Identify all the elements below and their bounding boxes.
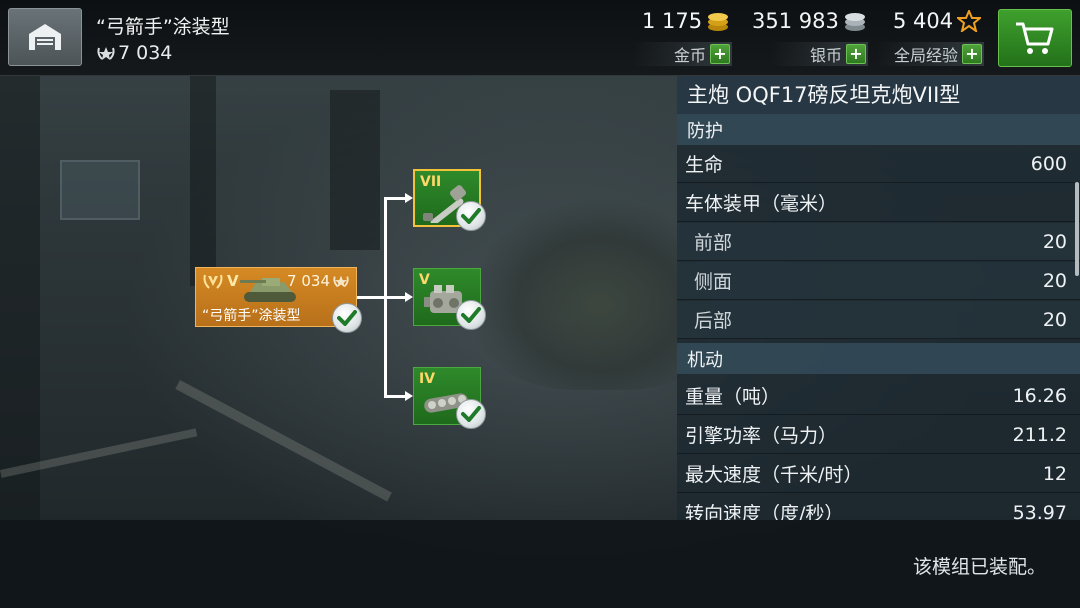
section-header-mobility: 机动 — [677, 343, 1080, 374]
row-label: 生命 — [685, 154, 724, 176]
row-value: 20 — [1042, 308, 1067, 331]
stat-row-armor-front: 前部 20 — [677, 223, 1080, 261]
tree-connector — [384, 395, 406, 398]
row-value: 53.97 — [1012, 501, 1067, 521]
row-label: 前部 — [694, 232, 733, 254]
row-label: 后部 — [694, 310, 733, 332]
gold-label: 金币 — [673, 46, 706, 65]
installed-check-icon — [456, 399, 486, 429]
stat-row-hp: 生命 600 — [677, 145, 1080, 183]
silver-value: 351 983 — [752, 9, 839, 33]
row-label: 防护 — [687, 120, 723, 142]
tree-arrow — [405, 391, 413, 401]
vehicle-node-xp-value: 7 034 — [287, 272, 330, 290]
row-label: 侧面 — [694, 271, 733, 293]
panel-title: 主炮 OQF17磅反坦克炮VII型 — [677, 76, 1080, 114]
shop-button[interactable] — [998, 9, 1072, 67]
top-bar: “弓箭手”涂装型 7 034 1 175 金币 + 351 983 银币 + 5… — [0, 0, 1080, 76]
free-xp-label-group[interactable]: 全局经验 + — [876, 42, 984, 66]
row-label: 引擎功率（马力） — [685, 425, 838, 447]
convert-xp-button[interactable]: + — [962, 44, 982, 64]
tree-connector — [384, 197, 406, 200]
stat-row-weight: 重量（吨） 16.26 — [677, 377, 1080, 415]
tree-connector — [384, 296, 406, 299]
row-label: 转向速度（度/秒） — [685, 503, 844, 520]
stat-row-armor-side: 侧面 20 — [677, 262, 1080, 300]
row-value: 20 — [1042, 230, 1067, 253]
buy-silver-button[interactable]: + — [846, 44, 866, 64]
xp-wreath-icon — [97, 47, 115, 60]
installed-check-icon — [456, 300, 486, 330]
installed-check-icon — [332, 303, 362, 333]
garage-button[interactable] — [8, 8, 82, 66]
cart-icon — [1016, 22, 1054, 54]
free-xp-label: 全局经验 — [893, 46, 958, 65]
row-value: 16.26 — [1012, 384, 1067, 407]
xp-wreath-icon — [333, 275, 349, 288]
gold-value: 1 175 — [642, 9, 703, 33]
stat-row-traverse-speed: 转向速度（度/秒） 53.97 — [677, 494, 1080, 521]
vehicle-node-tier: V — [202, 272, 239, 290]
silver-label-group[interactable]: 银币 + — [770, 42, 868, 66]
vehicle-node-name: “弓箭手”涂装型 — [202, 308, 301, 324]
free-xp-amount: 5 404 — [893, 9, 982, 33]
vehicle-node-xp: 7 034 — [287, 272, 350, 290]
silver-label: 银币 — [809, 46, 842, 65]
row-label: 最大速度（千米/时） — [685, 464, 863, 486]
tree-arrow — [405, 193, 413, 203]
gold-amount: 1 175 — [642, 9, 730, 33]
row-value: 211.2 — [1012, 423, 1067, 446]
elite-wreath-icon — [203, 274, 223, 289]
row-label: 重量（吨） — [685, 386, 781, 408]
panel-scrollbar[interactable] — [1075, 182, 1079, 276]
star-icon — [957, 10, 982, 32]
vehicle-xp: 7 034 — [96, 42, 172, 64]
stat-row-hull-armor: 车体装甲（毫米） — [677, 184, 1080, 222]
notification-text: 该模组已装配。 — [912, 556, 1046, 578]
row-value: 12 — [1042, 462, 1067, 485]
stat-row-top-speed: 最大速度（千米/时） 12 — [677, 455, 1080, 493]
tree-arrow — [405, 292, 413, 302]
row-label: 机动 — [687, 349, 723, 371]
silver-coins-icon — [844, 13, 865, 31]
stat-row-armor-rear: 后部 20 — [677, 301, 1080, 339]
garage-icon — [29, 24, 61, 50]
free-xp-value: 5 404 — [893, 9, 954, 33]
section-header-protection: 防护 — [677, 114, 1080, 145]
silver-amount: 351 983 — [752, 9, 867, 33]
tree-connector — [357, 296, 385, 299]
installed-check-icon — [456, 201, 486, 231]
vehicle-node-tier-label: V — [227, 272, 239, 290]
row-value: 600 — [1030, 152, 1067, 175]
vehicle-xp-value: 7 034 — [118, 42, 173, 64]
notification-bar: 该模组已装配。 — [0, 520, 1080, 608]
row-value: 20 — [1042, 269, 1067, 292]
vehicle-name: “弓箭手”涂装型 — [96, 16, 230, 38]
gold-coins-icon — [708, 13, 729, 31]
stat-row-engine-power: 引擎功率（马力） 211.2 — [677, 416, 1080, 454]
buy-gold-button[interactable]: + — [710, 44, 730, 64]
module-stats-panel[interactable]: 主炮 OQF17磅反坦克炮VII型 防护 生命 600 车体装甲（毫米） 前部 … — [677, 76, 1080, 520]
row-label: 车体装甲（毫米） — [685, 193, 838, 215]
gold-label-group[interactable]: 金币 + — [632, 42, 732, 66]
